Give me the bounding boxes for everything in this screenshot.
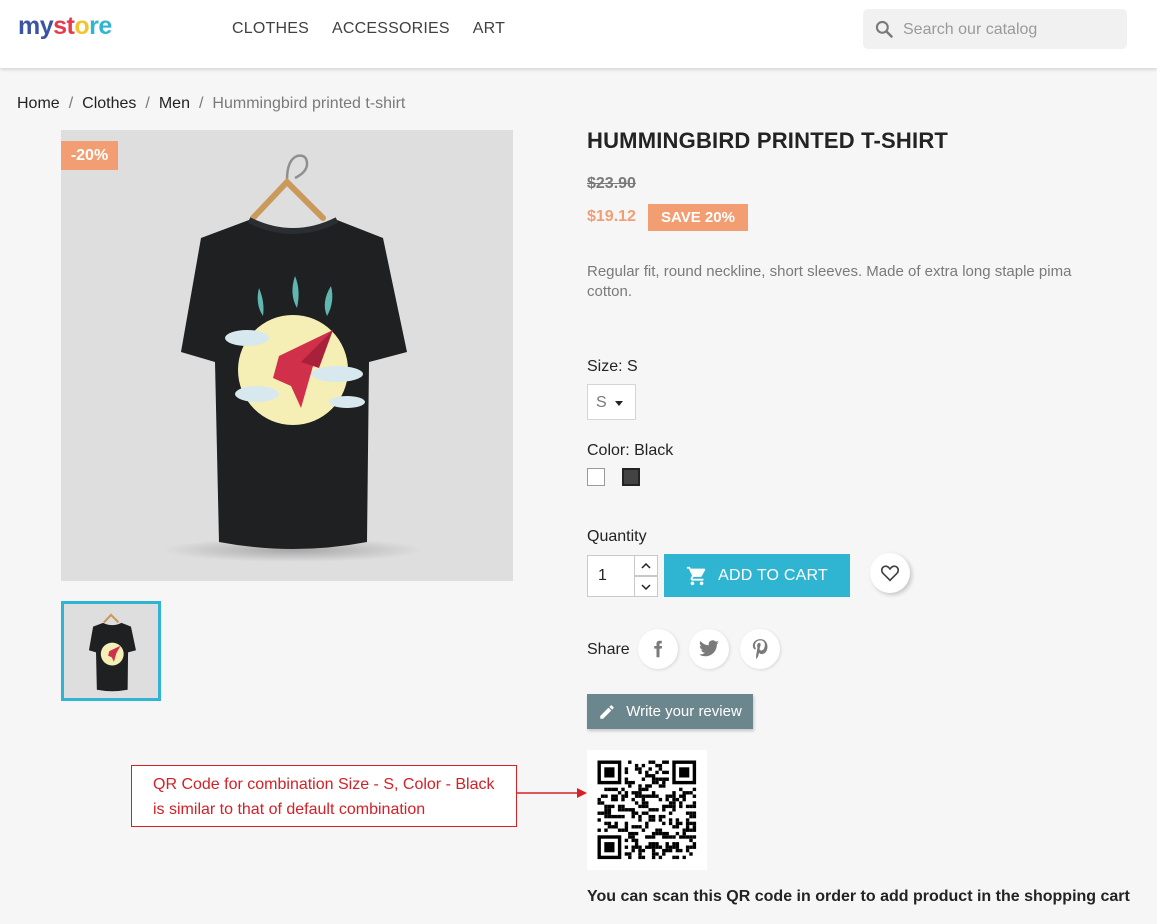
wishlist-button[interactable] [870, 553, 910, 593]
quantity-decrease-button[interactable] [634, 576, 658, 597]
search-icon[interactable] [874, 19, 894, 39]
breadcrumb: Home / Clothes / Men / Hummingbird printed t-s… [17, 95, 405, 113]
pinterest-icon [752, 639, 768, 659]
size-select[interactable]: S [587, 384, 636, 420]
annotation-arrow-icon [517, 788, 587, 798]
save-badge: SAVE 20% [648, 204, 748, 231]
qr-caption: You can scan this QR code in order to ad… [587, 888, 1130, 905]
quantity-field [587, 555, 635, 597]
color-label: Color: Black [587, 442, 674, 459]
quantity-increase-button[interactable] [634, 555, 658, 576]
breadcrumb-separator: / [145, 95, 150, 112]
chevron-up-icon [641, 562, 651, 569]
nav-clothes[interactable]: CLOTHES [232, 20, 309, 38]
share-label: Share [587, 641, 630, 658]
annotation-note: QR Code for combination Size - S, Color … [131, 765, 517, 827]
tshirt-thumbnail-image [88, 613, 136, 692]
write-review-label: Write your review [626, 703, 742, 720]
add-to-cart-label: ADD TO CART [718, 566, 828, 584]
caret-down-icon [615, 401, 623, 406]
product-thumbnail[interactable] [61, 601, 161, 701]
site-header: mystore CLOTHES ACCESSORIES ART [0, 0, 1157, 68]
heart-icon [880, 565, 900, 582]
discount-flag: -20% [61, 141, 118, 170]
twitter-icon [699, 640, 719, 657]
product-description: Regular fit, round neckline, short sleev… [587, 263, 1072, 300]
product-cover-image[interactable] [61, 130, 513, 581]
pencil-icon [600, 704, 614, 719]
quantity-label: Quantity [587, 528, 647, 545]
breadcrumb-separator: / [198, 95, 204, 112]
chevron-down-icon [641, 583, 651, 590]
search-box [863, 9, 1127, 51]
breadcrumb-men[interactable]: Men [159, 95, 190, 112]
annotation-line-2: is similar to that of default combinatio… [153, 801, 426, 818]
breadcrumb-home[interactable]: Home [17, 95, 60, 112]
breadcrumb-clothes[interactable]: Clothes [82, 95, 136, 112]
nav-art[interactable]: ART [473, 20, 505, 38]
top-menu: CLOTHES ACCESSORIES ART [232, 20, 505, 38]
qr-code-image [597, 760, 697, 860]
shopping-cart-icon [687, 566, 706, 585]
breadcrumb-current: Hummingbird printed t-shirt [212, 95, 406, 112]
regular-price: $23.90 [587, 175, 636, 192]
current-price: $19.12 [587, 208, 636, 225]
facebook-icon [654, 640, 663, 658]
quantity-input[interactable] [596, 566, 630, 586]
store-logo[interactable]: mystore [18, 12, 112, 41]
tshirt-image [163, 154, 423, 562]
product-title: HUMMINGBIRD PRINTED T-SHIRT [587, 128, 949, 153]
share-twitter-button[interactable] [689, 629, 729, 669]
qr-code [587, 750, 707, 870]
annotation-line-1: QR Code for combination Size - S, Color … [153, 776, 495, 793]
share-facebook-button[interactable] [638, 629, 678, 669]
share-pinterest-button[interactable] [740, 629, 780, 669]
size-label: Size: S [587, 358, 638, 375]
search-input[interactable] [901, 9, 1120, 51]
add-to-cart-button[interactable]: ADD TO CART [664, 554, 850, 597]
nav-accessories[interactable]: ACCESSORIES [332, 20, 450, 38]
size-select-value: S [596, 394, 607, 411]
color-swatch-black[interactable] [622, 468, 640, 486]
write-review-button[interactable]: Write your review [587, 694, 753, 729]
color-swatch-white[interactable] [587, 468, 605, 486]
breadcrumb-separator: / [68, 95, 74, 112]
